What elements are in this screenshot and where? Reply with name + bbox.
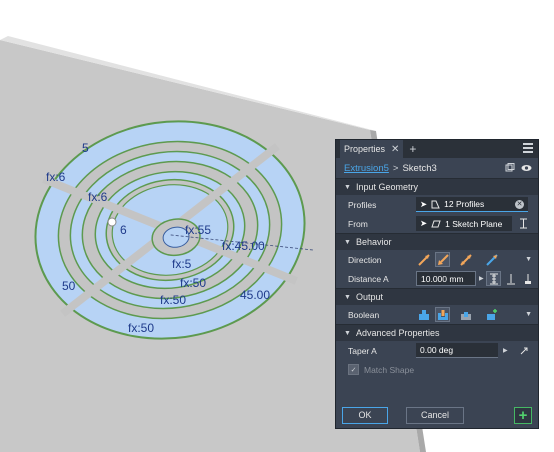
cut-icon[interactable] xyxy=(435,307,450,322)
properties-panel: Properties ✕ + Extrusion5 > Sketch3 ▼ Inp… xyxy=(335,139,539,429)
profiles-value: 12 Profiles xyxy=(444,199,485,209)
from-selector[interactable]: ➤ 1 Sketch Plane xyxy=(416,216,512,231)
direction-default-icon[interactable] xyxy=(416,252,431,267)
tab-properties[interactable]: Properties ✕ xyxy=(340,140,404,158)
preset-icon[interactable] xyxy=(505,163,515,173)
dim-label[interactable]: 6 xyxy=(120,223,127,237)
cursor-icon: ➤ xyxy=(420,198,428,209)
distance-label: Distance A xyxy=(348,273,389,284)
intersect-icon[interactable] xyxy=(458,307,473,322)
dim-label[interactable]: fx:55 xyxy=(185,223,211,237)
match-shape-label: Match Shape xyxy=(364,364,415,375)
section-behavior[interactable]: ▼ Behavior xyxy=(336,233,538,250)
profile-icon xyxy=(431,200,440,208)
plane-icon xyxy=(431,220,441,227)
section-title: Input Geometry xyxy=(355,182,418,192)
ok-button[interactable]: OK xyxy=(342,406,388,424)
boolean-row: Boolean ▼ xyxy=(336,305,538,324)
breadcrumb-sketch[interactable]: Sketch3 xyxy=(402,163,436,174)
dim-label[interactable]: fx:45.00 xyxy=(222,239,265,253)
direction-label: Direction xyxy=(348,254,382,265)
direction-row: Direction ▼ xyxy=(336,250,538,269)
section-title: Output xyxy=(355,292,383,302)
add-tab-icon[interactable]: + xyxy=(409,142,416,156)
from-value: 1 Sketch Plane xyxy=(445,218,503,229)
dim-label[interactable]: fx:5 xyxy=(172,257,192,271)
new-solid-icon[interactable] xyxy=(484,307,499,322)
breadcrumb-feature-link[interactable]: Extrusion5 xyxy=(344,163,389,174)
extents-distance-icon[interactable] xyxy=(486,271,501,286)
flip-taper-icon[interactable] xyxy=(516,343,531,358)
apply-add-button[interactable]: + xyxy=(514,406,532,424)
taper-input[interactable]: 0.00 deg xyxy=(416,343,498,358)
direction-asymmetric-icon[interactable] xyxy=(484,252,499,267)
breadcrumb-separator: > xyxy=(392,162,399,174)
chevron-down-icon[interactable]: ▼ xyxy=(525,311,532,318)
direction-symmetric-icon[interactable] xyxy=(458,252,473,267)
collapse-icon: ▼ xyxy=(344,238,351,246)
taper-menu-icon[interactable]: ▶ xyxy=(503,347,508,354)
menu-icon[interactable] xyxy=(523,143,533,153)
taper-label: Taper A xyxy=(348,345,377,356)
breadcrumb: Extrusion5 > Sketch3 xyxy=(336,158,538,178)
tab-properties-label: Properties xyxy=(344,144,386,154)
dim-label[interactable]: 50 xyxy=(62,279,76,293)
collapse-icon: ▼ xyxy=(344,293,351,301)
profiles-row: Profiles ➤ 12 Profiles ✕ xyxy=(336,195,538,214)
from-label: From xyxy=(348,218,368,229)
distance-row: Distance A 10.000 mm ▶ xyxy=(336,269,538,288)
dim-label[interactable]: fx:50 xyxy=(128,321,154,335)
extents-through-all-icon[interactable] xyxy=(520,271,535,286)
cursor-icon: ➤ xyxy=(420,218,428,228)
profiles-selector[interactable]: ➤ 12 Profiles ✕ xyxy=(416,197,528,212)
direction-flipped-icon[interactable] xyxy=(435,252,450,267)
section-advanced-properties[interactable]: ▼ Advanced Properties xyxy=(336,324,538,341)
distance-menu-icon[interactable]: ▶ xyxy=(479,275,484,282)
clear-selection-icon[interactable]: ✕ xyxy=(515,199,524,209)
taper-row: Taper A 0.00 deg ▶ xyxy=(336,341,538,360)
section-title: Advanced Properties xyxy=(355,328,440,338)
from-row: From ➤ 1 Sketch Plane xyxy=(336,214,538,233)
dim-label[interactable]: 45.00 xyxy=(240,288,270,302)
dim-label[interactable]: 5 xyxy=(82,141,89,155)
match-shape-row: ✓ Match Shape xyxy=(336,360,538,379)
extents-to-icon[interactable] xyxy=(503,271,518,286)
eye-icon[interactable] xyxy=(521,163,532,173)
distance-input[interactable]: 10.000 mm xyxy=(416,271,476,286)
cancel-button[interactable]: Cancel xyxy=(406,406,464,424)
checkbox-icon: ✓ xyxy=(348,364,359,375)
distance-value: 10.000 mm xyxy=(421,273,464,284)
from-extents-icon[interactable] xyxy=(516,216,531,231)
chevron-down-icon[interactable]: ▼ xyxy=(525,256,532,263)
match-shape-checkbox[interactable]: ✓ Match Shape xyxy=(348,364,414,375)
section-title: Behavior xyxy=(355,237,392,247)
join-icon[interactable] xyxy=(416,307,431,322)
section-output[interactable]: ▼ Output xyxy=(336,288,538,305)
dim-label[interactable]: fx:6 xyxy=(46,170,66,184)
boolean-label: Boolean xyxy=(348,309,380,320)
close-icon[interactable]: ✕ xyxy=(391,144,399,155)
dim-label[interactable]: fx:6 xyxy=(88,190,108,204)
dim-label[interactable]: fx:50 xyxy=(160,293,186,307)
panel-footer: OK Cancel + xyxy=(336,402,538,428)
section-input-geometry[interactable]: ▼ Input Geometry xyxy=(336,178,538,195)
collapse-icon: ▼ xyxy=(344,183,351,191)
collapse-icon: ▼ xyxy=(344,329,351,337)
panel-tab-bar: Properties ✕ + xyxy=(336,140,538,158)
dim-label[interactable]: fx:50 xyxy=(180,276,206,290)
taper-value: 0.00 deg xyxy=(420,345,454,355)
origin-point-icon xyxy=(107,217,117,227)
profiles-label: Profiles xyxy=(348,199,377,210)
